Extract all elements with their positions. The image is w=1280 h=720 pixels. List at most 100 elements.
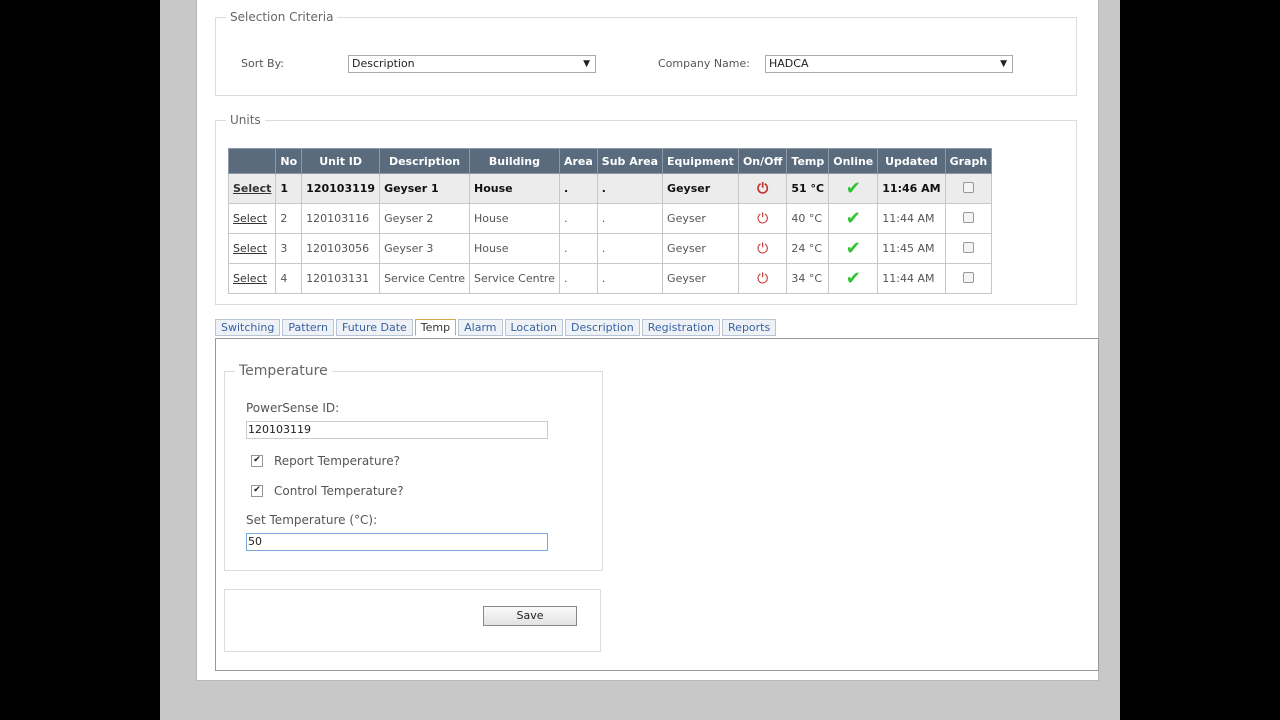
- set-temperature-label: Set Temperature (°C):: [246, 513, 378, 527]
- report-temperature-checkbox[interactable]: ✔: [251, 455, 263, 467]
- sort-by-value: Description: [352, 57, 415, 70]
- tab-registration[interactable]: Registration: [641, 319, 721, 336]
- tab-temp[interactable]: Temp: [414, 319, 457, 336]
- tab-pattern[interactable]: Pattern: [282, 319, 334, 336]
- power-icon[interactable]: ⏻: [757, 181, 768, 197]
- control-temperature-label: Control Temperature?: [274, 484, 404, 498]
- page-container: Selection Criteria Sort By: Description …: [196, 0, 1099, 681]
- row-area: .: [558, 203, 598, 234]
- save-panel: Save: [224, 589, 601, 652]
- row-temp: 34 °C: [786, 263, 830, 294]
- select-link[interactable]: Select: [233, 182, 271, 195]
- col-header-temp: Temp: [786, 148, 830, 174]
- row-description: Service Centre: [379, 263, 470, 294]
- select-link[interactable]: Select: [233, 242, 267, 255]
- power-icon[interactable]: ⏻: [757, 211, 768, 227]
- tab-future-date[interactable]: Future Date: [335, 319, 413, 336]
- selection-criteria-panel: Selection Criteria Sort By: Description …: [215, 10, 1077, 96]
- control-temperature-checkbox[interactable]: ✔: [251, 485, 263, 497]
- table-row: Select 4 120103131 Service Centre Servic…: [227, 263, 993, 294]
- graph-checkbox[interactable]: [962, 211, 974, 223]
- powersense-id-field[interactable]: 120103119: [246, 421, 548, 439]
- row-building: Service Centre: [469, 263, 560, 294]
- power-icon[interactable]: ⏻: [757, 271, 768, 287]
- tab-location[interactable]: Location: [504, 319, 564, 336]
- col-header-online: Online: [828, 148, 879, 174]
- temp-tab-panel: Temperature PowerSense ID: 120103119 ✔ R…: [215, 338, 1099, 671]
- row-unit-id: 120103116: [301, 203, 381, 234]
- graph-checkbox[interactable]: [962, 181, 974, 193]
- graph-checkbox[interactable]: [962, 271, 974, 283]
- save-button[interactable]: Save: [483, 606, 577, 626]
- report-temperature-label: Report Temperature?: [274, 454, 400, 468]
- col-header-area: Area: [558, 148, 598, 174]
- tab-alarm[interactable]: Alarm: [458, 319, 503, 336]
- temperature-panel: Temperature PowerSense ID: 120103119 ✔ R…: [224, 363, 603, 571]
- row-updated: 11:45 AM: [877, 233, 946, 264]
- row-updated: 11:44 AM: [877, 263, 946, 294]
- row-sub-area: .: [596, 203, 664, 234]
- company-name-select[interactable]: HADCA ▼: [765, 55, 1013, 73]
- col-header-on-off: On/Off: [737, 148, 788, 174]
- row-area: .: [558, 263, 598, 294]
- dropdown-arrow-icon: ▼: [583, 59, 590, 69]
- col-header-select: [227, 148, 277, 174]
- temperature-legend: Temperature: [239, 363, 328, 379]
- tab-switching[interactable]: Switching: [215, 319, 281, 336]
- units-legend: Units: [230, 113, 261, 127]
- check-icon: ✔: [845, 238, 861, 259]
- units-table: No Unit ID Description Building Area Sub…: [227, 148, 993, 294]
- col-header-sub-area: Sub Area: [596, 148, 664, 174]
- row-temp: 40 °C: [786, 203, 830, 234]
- set-temperature-field[interactable]: 50: [246, 533, 548, 551]
- row-no: 4: [275, 263, 303, 294]
- power-icon[interactable]: ⏻: [757, 241, 768, 257]
- tab-reports[interactable]: Reports: [722, 319, 777, 336]
- col-header-no: No: [275, 148, 303, 174]
- tab-description[interactable]: Description: [565, 319, 640, 336]
- row-sub-area: .: [596, 173, 664, 204]
- col-header-unit-id: Unit ID: [301, 148, 381, 174]
- row-sub-area: .: [596, 263, 664, 294]
- graph-checkbox[interactable]: [962, 241, 974, 253]
- company-name-label: Company Name:: [658, 57, 750, 70]
- row-building: House: [469, 173, 560, 204]
- check-icon: ✔: [845, 268, 861, 289]
- row-unit-id: 120103131: [301, 263, 381, 294]
- table-row: Select 1 120103119 Geyser 1 House . . Ge…: [227, 173, 993, 204]
- table-row: Select 2 120103116 Geyser 2 House . . Ge…: [227, 203, 993, 234]
- row-equipment: Geyser: [662, 263, 739, 294]
- selection-criteria-legend: Selection Criteria: [230, 10, 334, 24]
- row-equipment: Geyser: [662, 203, 739, 234]
- units-header-row: No Unit ID Description Building Area Sub…: [227, 148, 993, 174]
- row-no: 1: [275, 173, 303, 204]
- row-equipment: Geyser: [662, 173, 739, 204]
- dropdown-arrow-icon: ▼: [1000, 59, 1007, 69]
- row-sub-area: .: [596, 233, 664, 264]
- select-link[interactable]: Select: [233, 212, 267, 225]
- row-building: House: [469, 203, 560, 234]
- row-no: 3: [275, 233, 303, 264]
- row-unit-id: 120103056: [301, 233, 381, 264]
- row-temp: 24 °C: [786, 233, 830, 264]
- table-row: Select 3 120103056 Geyser 3 House . . Ge…: [227, 233, 993, 264]
- row-building: House: [469, 233, 560, 264]
- company-name-value: HADCA: [769, 57, 809, 70]
- check-icon: ✔: [845, 178, 861, 199]
- row-updated: 11:46 AM: [877, 173, 946, 204]
- row-area: .: [558, 173, 598, 204]
- row-description: Geyser 3: [379, 233, 470, 264]
- col-header-updated: Updated: [877, 148, 946, 174]
- check-icon: ✔: [845, 208, 861, 229]
- powersense-id-label: PowerSense ID:: [246, 401, 340, 415]
- row-equipment: Geyser: [662, 233, 739, 264]
- row-description: Geyser 2: [379, 203, 470, 234]
- col-header-description: Description: [379, 148, 470, 174]
- row-no: 2: [275, 203, 303, 234]
- sort-by-label: Sort By:: [241, 57, 285, 70]
- row-area: .: [558, 233, 598, 264]
- col-header-graph: Graph: [944, 148, 993, 174]
- sort-by-select[interactable]: Description ▼: [348, 55, 596, 73]
- tab-bar: Switching Pattern Future Date Temp Alarm…: [215, 319, 778, 337]
- select-link[interactable]: Select: [233, 272, 267, 285]
